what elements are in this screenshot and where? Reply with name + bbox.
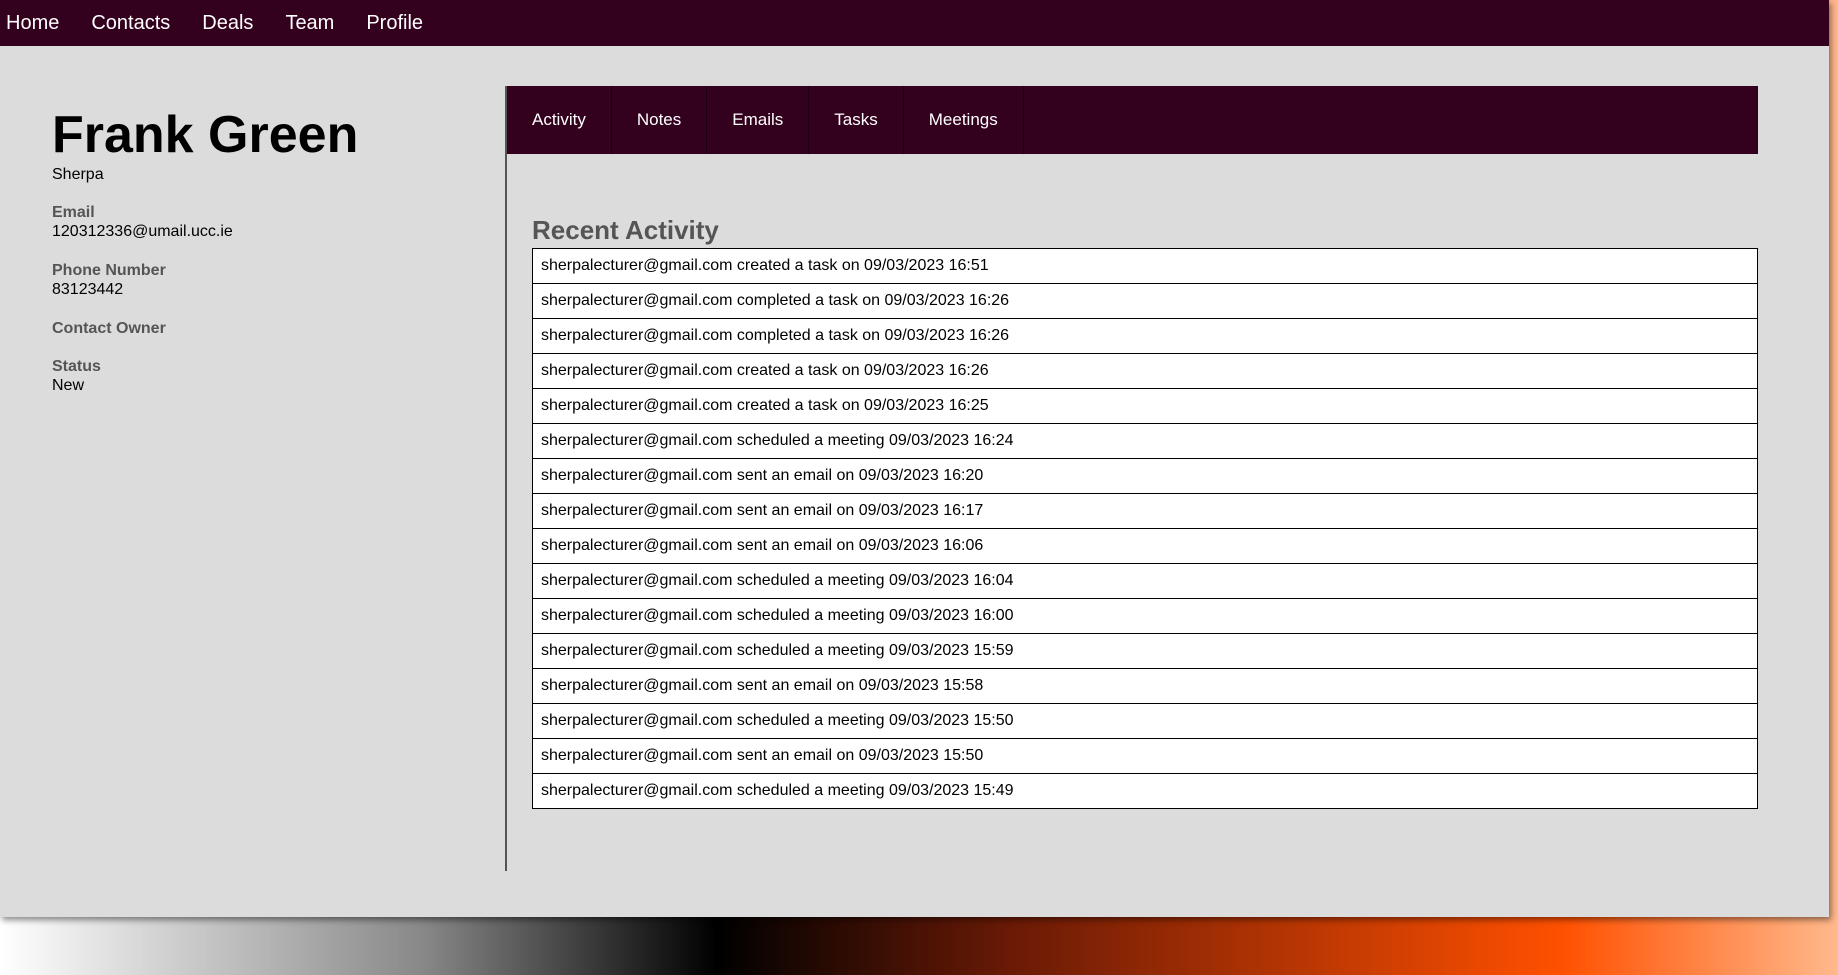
- contact-company: Sherpa: [52, 166, 104, 183]
- contact-owner-label: Contact Owner: [52, 320, 166, 337]
- phone-value: 83123442: [52, 281, 124, 298]
- activity-item: sherpalecturer@gmail.com scheduled a mee…: [533, 704, 1757, 739]
- activity-item: sherpalecturer@gmail.com sent an email o…: [533, 494, 1757, 529]
- phone-label: Phone Number: [52, 262, 166, 279]
- activity-item: sherpalecturer@gmail.com created a task …: [533, 389, 1757, 424]
- activity-item: sherpalecturer@gmail.com sent an email o…: [533, 739, 1757, 774]
- activity-list: sherpalecturer@gmail.com created a task …: [532, 248, 1758, 809]
- nav-team-link[interactable]: Team: [279, 0, 340, 46]
- app-window: Home Contacts Deals Team Profile Frank G…: [0, 0, 1829, 917]
- activity-item: sherpalecturer@gmail.com sent an email o…: [533, 669, 1757, 704]
- status-value: New: [52, 377, 85, 394]
- tab-activity[interactable]: Activity: [507, 86, 612, 154]
- activity-item: sherpalecturer@gmail.com scheduled a mee…: [533, 424, 1757, 459]
- activity-item: sherpalecturer@gmail.com scheduled a mee…: [533, 599, 1757, 634]
- tab-tasks[interactable]: Tasks: [809, 86, 904, 154]
- activity-item: sherpalecturer@gmail.com created a task …: [533, 249, 1757, 284]
- tab-bar: Activity Notes Emails Tasks Meetings: [507, 86, 1758, 154]
- activity-item: sherpalecturer@gmail.com sent an email o…: [533, 529, 1757, 564]
- recent-activity-panel: Recent Activity sherpalecturer@gmail.com…: [532, 214, 1758, 809]
- activity-item: sherpalecturer@gmail.com created a task …: [533, 354, 1757, 389]
- email-value: 120312336@umail.ucc.ie: [52, 223, 233, 240]
- tab-notes[interactable]: Notes: [612, 86, 708, 154]
- vertical-divider: [505, 86, 507, 871]
- nav-profile-link[interactable]: Profile: [360, 0, 429, 46]
- activity-item: sherpalecturer@gmail.com completed a tas…: [533, 284, 1757, 319]
- nav-deals-link[interactable]: Deals: [196, 0, 259, 46]
- activity-item: sherpalecturer@gmail.com scheduled a mee…: [533, 774, 1757, 809]
- activity-item: sherpalecturer@gmail.com sent an email o…: [533, 459, 1757, 494]
- activity-item: sherpalecturer@gmail.com scheduled a mee…: [533, 564, 1757, 599]
- activity-item: sherpalecturer@gmail.com completed a tas…: [533, 319, 1757, 354]
- status-label: Status: [52, 358, 101, 375]
- top-nav: Home Contacts Deals Team Profile: [0, 0, 1829, 46]
- tab-emails[interactable]: Emails: [707, 86, 810, 154]
- recent-activity-title: Recent Activity: [532, 215, 719, 245]
- email-label: Email: [52, 204, 95, 221]
- nav-home-link[interactable]: Home: [0, 0, 65, 46]
- tab-meetings[interactable]: Meetings: [904, 86, 1024, 154]
- contact-name: Frank Green: [52, 106, 359, 164]
- contact-details: Frank Green Sherpa Email 120312336@umail…: [52, 104, 452, 416]
- nav-contacts-link[interactable]: Contacts: [85, 0, 176, 46]
- activity-item: sherpalecturer@gmail.com scheduled a mee…: [533, 634, 1757, 669]
